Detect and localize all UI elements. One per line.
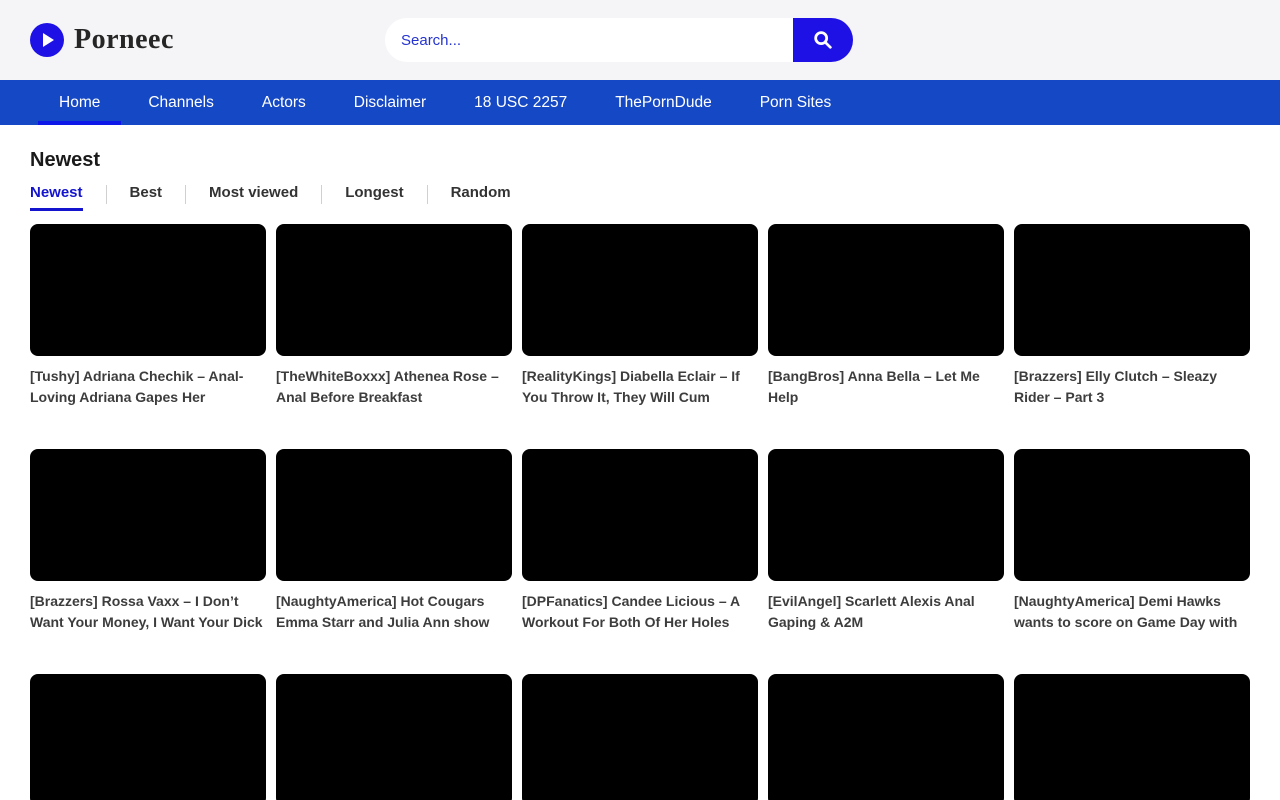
video-title[interactable]: [DPFanatics] Candee Licious – A Workout … [522,591,758,633]
video-title[interactable]: [Brazzers] Rossa Vaxx – I Don’t Want You… [30,591,266,633]
nav-item-actors[interactable]: Actors [241,80,327,125]
video-title[interactable]: [EvilAngel] Scarlett Alexis Anal Gaping … [768,591,1004,633]
video-card[interactable]: [RealityKings] Diabella Eclair – If You … [522,224,758,408]
video-card[interactable]: [EvilAngel] Scarlett Alexis Anal Gaping … [768,449,1004,633]
video-thumbnail[interactable] [276,674,512,800]
video-card[interactable]: [BangBros] Anna Bella – Let Me Help [768,224,1004,408]
video-thumbnail[interactable] [30,674,266,800]
site-header: Porneec [0,0,1280,80]
video-card[interactable] [276,674,512,800]
tab-divider [321,185,322,204]
video-card[interactable]: [Brazzers] Elly Clutch – Sleazy Rider – … [1014,224,1250,408]
video-card[interactable] [522,674,758,800]
video-title[interactable]: [NaughtyAmerica] Hot Cougars Emma Starr … [276,591,512,633]
search-button[interactable] [793,18,853,62]
video-card[interactable]: [NaughtyAmerica] Hot Cougars Emma Starr … [276,449,512,633]
video-card[interactable] [768,674,1004,800]
nav-item-disclaimer[interactable]: Disclaimer [333,80,447,125]
tab-divider [427,185,428,204]
video-card[interactable]: [DPFanatics] Candee Licious – A Workout … [522,449,758,633]
page-title: Newest [30,149,1250,172]
tab-divider [106,185,107,204]
video-card[interactable]: [NaughtyAmerica] Demi Hawks wants to sco… [1014,449,1250,633]
video-title[interactable]: [Tushy] Adriana Chechik – Anal-Loving Ad… [30,366,266,408]
video-card[interactable]: [TheWhiteBoxxx] Athenea Rose – Anal Befo… [276,224,512,408]
tab-divider [185,185,186,204]
tab-longest[interactable]: Longest [345,184,403,211]
video-thumbnail[interactable] [768,449,1004,581]
nav-item-porn-sites[interactable]: Porn Sites [739,80,853,125]
video-title[interactable]: [NaughtyAmerica] Demi Hawks wants to sco… [1014,591,1250,633]
video-thumbnail[interactable] [276,449,512,581]
video-thumbnail[interactable] [1014,674,1250,800]
video-grid: [Tushy] Adriana Chechik – Anal-Loving Ad… [30,224,1250,800]
video-thumbnail[interactable] [30,224,266,356]
nav-item-theporndude[interactable]: ThePornDude [594,80,733,125]
video-title[interactable]: [TheWhiteBoxxx] Athenea Rose – Anal Befo… [276,366,512,408]
tab-newest[interactable]: Newest [30,184,83,211]
video-title[interactable]: [Brazzers] Elly Clutch – Sleazy Rider – … [1014,366,1250,408]
sort-tabs: Newest Best Most viewed Longest Random [30,184,1250,211]
video-title[interactable]: [BangBros] Anna Bella – Let Me Help [768,366,1004,408]
video-thumbnail[interactable] [30,449,266,581]
video-thumbnail[interactable] [1014,449,1250,581]
search-input[interactable] [385,18,793,62]
search-bar [385,18,853,62]
search-icon [812,29,834,51]
video-thumbnail[interactable] [522,449,758,581]
site-logo[interactable]: Porneec [30,23,174,57]
tab-most-viewed[interactable]: Most viewed [209,184,298,211]
tab-random[interactable]: Random [451,184,511,211]
nav-item-home[interactable]: Home [38,80,121,125]
video-thumbnail[interactable] [768,674,1004,800]
nav-item-18-usc-2257[interactable]: 18 USC 2257 [453,80,588,125]
nav-item-channels[interactable]: Channels [127,80,235,125]
video-title[interactable]: [RealityKings] Diabella Eclair – If You … [522,366,758,408]
video-thumbnail[interactable] [522,674,758,800]
tab-best[interactable]: Best [130,184,163,211]
video-thumbnail[interactable] [522,224,758,356]
video-thumbnail[interactable] [1014,224,1250,356]
video-card[interactable] [1014,674,1250,800]
video-card[interactable]: [Brazzers] Rossa Vaxx – I Don’t Want You… [30,449,266,633]
play-icon [30,23,64,57]
video-thumbnail[interactable] [276,224,512,356]
site-logo-text: Porneec [74,24,174,56]
video-thumbnail[interactable] [768,224,1004,356]
video-card[interactable]: [Tushy] Adriana Chechik – Anal-Loving Ad… [30,224,266,408]
main-nav: Home Channels Actors Disclaimer 18 USC 2… [0,80,1280,125]
main-content: Newest Newest Best Most viewed Longest R… [0,149,1280,800]
video-card[interactable] [30,674,266,800]
